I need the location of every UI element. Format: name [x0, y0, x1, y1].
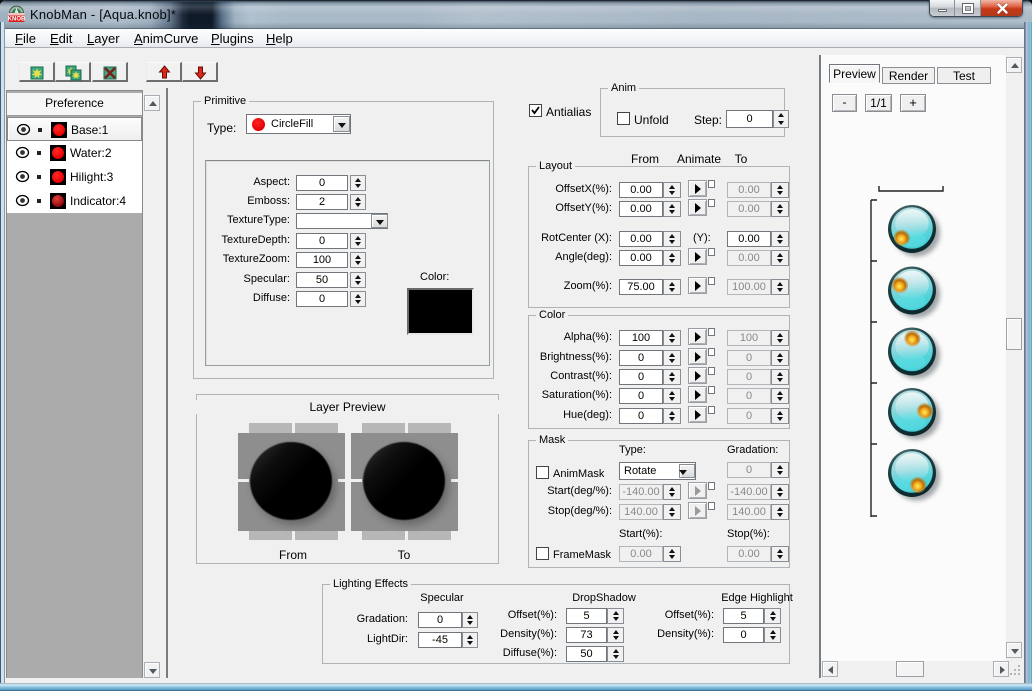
- svg-text:KNOB: KNOB: [8, 17, 26, 23]
